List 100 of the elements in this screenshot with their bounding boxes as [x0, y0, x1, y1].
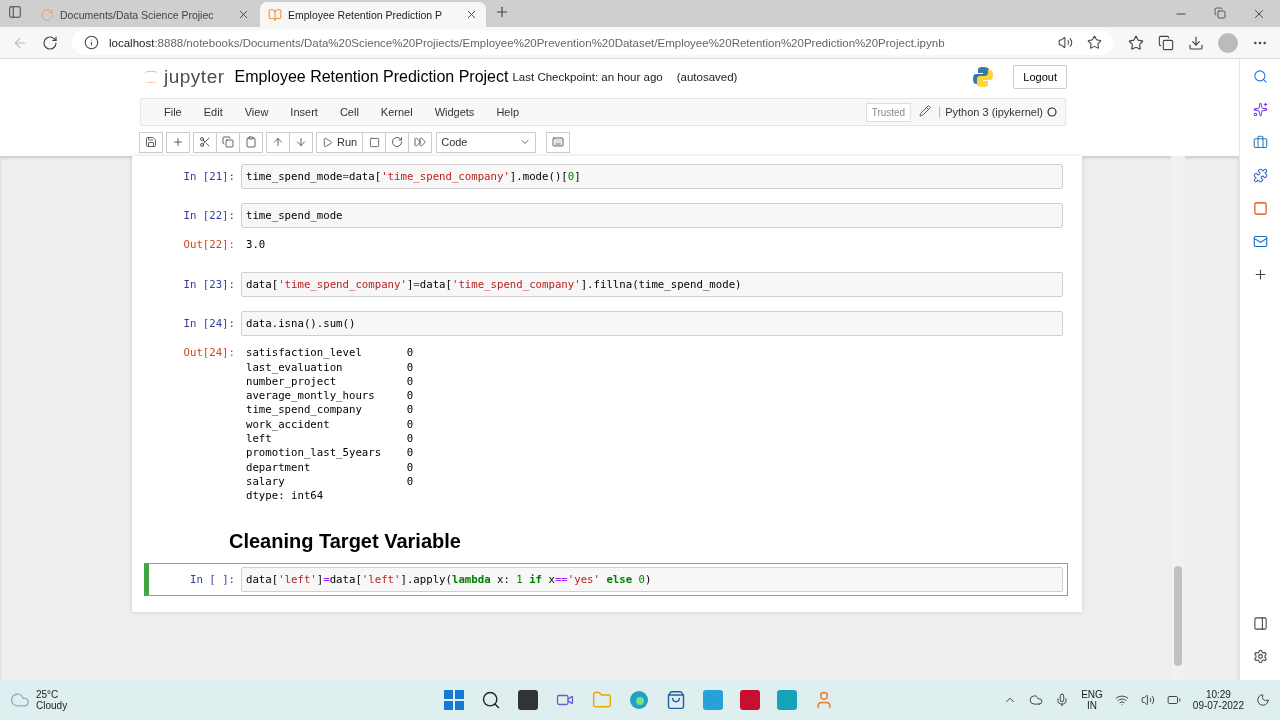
- puzzle-icon[interactable]: [1252, 168, 1268, 183]
- code-input[interactable]: data.isna().sum(): [241, 311, 1063, 337]
- sparkles-icon[interactable]: [1252, 102, 1268, 117]
- read-aloud-icon[interactable]: [1058, 35, 1073, 50]
- cloud-icon[interactable]: [1029, 693, 1044, 707]
- office-icon[interactable]: [1252, 201, 1268, 216]
- briefcase-icon[interactable]: [1252, 135, 1268, 150]
- app-icon[interactable]: [814, 690, 834, 710]
- language-indicator[interactable]: ENG: [1081, 689, 1103, 700]
- plus-icon: [172, 136, 184, 148]
- save-button[interactable]: [139, 131, 163, 153]
- download-icon[interactable]: [1188, 34, 1204, 51]
- code-cell[interactable]: In [ ]: data['left']=data['left'].apply(lambda x: 1 if x=='yes' else 0): [144, 562, 1068, 596]
- menu-item[interactable]: Edit: [192, 106, 234, 118]
- wifi-icon[interactable]: [1114, 693, 1129, 707]
- volume-icon[interactable]: [1140, 693, 1155, 707]
- edit-icon[interactable]: [919, 105, 932, 117]
- search-icon[interactable]: [481, 690, 501, 710]
- notebook-title[interactable]: Employee Retention Prediction Project: [234, 68, 509, 86]
- output-line: average_montly_hours 0: [246, 389, 414, 404]
- menu-item[interactable]: Cell: [328, 106, 370, 118]
- output-line: number_project 0: [246, 374, 414, 390]
- interrupt-button[interactable]: [362, 131, 387, 153]
- output-line: salary 0: [246, 474, 414, 490]
- code-cell[interactable]: In [21]: time_spend_mode=data['time_spend_company'].mode()[0]: [144, 160, 1068, 193]
- keyboard-icon: [552, 136, 565, 148]
- menu-item[interactable]: Widgets: [423, 106, 486, 118]
- code-cell[interactable]: In [23]: data['time_spend_company']=data['time_spend_company'].fillna(time_spend_mode): [144, 268, 1068, 302]
- store-icon[interactable]: [666, 690, 686, 710]
- checkpoint-status: Last Checkpoint: an hour ago: [512, 71, 663, 83]
- tab-actions-icon[interactable]: [8, 4, 22, 19]
- output-prompt: Out[22]:: [182, 237, 236, 251]
- favorites-icon[interactable]: [1128, 34, 1144, 51]
- output-prompt: Out[24]:: [182, 345, 236, 360]
- clock-time[interactable]: 10:29: [1205, 689, 1231, 700]
- logout-button[interactable]: Logout: [1013, 65, 1067, 89]
- code-input[interactable]: data['time_spend_company']=data['time_spend_company'].fillna(time_spend_mode): [241, 272, 1063, 298]
- code-input[interactable]: data['left']=data['left'].apply(lambda x: 1 if x=='yes' else 0): [241, 566, 1063, 592]
- menu-item[interactable]: File: [153, 106, 193, 118]
- browser-tab[interactable]: Documents/Data Science Projiec: [32, 2, 258, 27]
- trusted-indicator[interactable]: Trusted: [865, 102, 912, 122]
- arrow-down-icon: [295, 136, 307, 148]
- save-icon: [145, 136, 157, 148]
- code-input[interactable]: time_spend_mode=data['time_spend_company'].mode()[0]: [241, 164, 1063, 189]
- address-bar[interactable]: localhost:8888/notebooks/Documents/Data%20Science%20Projiects/Employee%20Prevention%20Dataset/Employee%20Retention%20Prediction%20Project.ipynb: [72, 30, 1114, 55]
- mail-icon[interactable]: [1252, 234, 1268, 249]
- menu-item[interactable]: Help: [485, 106, 530, 118]
- notebook-icon: [268, 7, 282, 22]
- sidebar-icon[interactable]: [1252, 616, 1268, 631]
- task-view-icon[interactable]: [518, 690, 538, 710]
- input-prompt: In [21]:: [182, 169, 236, 183]
- input-prompt: In [23]:: [182, 277, 236, 292]
- menu-item[interactable]: Insert: [279, 106, 329, 118]
- insert-cell-button[interactable]: [166, 131, 190, 153]
- refresh-icon[interactable]: [42, 34, 58, 51]
- battery-icon[interactable]: [1166, 693, 1181, 707]
- scrollbar-thumb[interactable]: [1174, 566, 1182, 666]
- code-input[interactable]: time_spend_mode: [241, 203, 1063, 228]
- output-line: 3.0: [246, 238, 266, 253]
- restore-icon[interactable]: [1214, 6, 1226, 19]
- restart-icon: [391, 136, 404, 148]
- moon-icon[interactable]: [1256, 693, 1270, 707]
- temperature: 25°C: [36, 689, 59, 700]
- browser-tab[interactable]: Employee Retention Prediction P: [260, 2, 486, 27]
- cloud-icon: [10, 690, 30, 710]
- kernel-idle-icon: [1047, 107, 1057, 117]
- paste-icon: [245, 136, 257, 148]
- favorite-icon[interactable]: [1087, 35, 1102, 50]
- code-cell[interactable]: In [22]: time_spend_mode Out[22]: 3.0: [144, 199, 1068, 263]
- add-icon[interactable]: [1252, 267, 1268, 282]
- paste-button[interactable]: [239, 131, 263, 153]
- input-prompt: In [ ]:: [188, 571, 236, 586]
- output-line: work_accident 0: [246, 417, 414, 433]
- settings-icon[interactable]: [1252, 649, 1268, 664]
- region-indicator[interactable]: IN: [1087, 700, 1097, 711]
- clock-date[interactable]: 09-07-2022: [1192, 700, 1244, 711]
- autosave-status: (autosaved): [676, 71, 738, 83]
- cell-type-dropdown[interactable]: Code: [436, 131, 537, 153]
- scissors-icon: [199, 136, 211, 148]
- run-all-button[interactable]: [408, 131, 433, 153]
- output-line: left 0: [246, 432, 414, 447]
- play-icon: [322, 136, 333, 148]
- output-line: promotion_last_5years 0: [246, 446, 414, 461]
- run-button[interactable]: Run: [316, 131, 364, 153]
- menu-item[interactable]: View: [233, 106, 280, 118]
- microphone-icon[interactable]: [1055, 693, 1070, 707]
- jupyter-logo-text: jupyter: [164, 66, 225, 88]
- fast-forward-icon: [414, 136, 427, 148]
- cut-button[interactable]: [193, 131, 217, 153]
- browser-icon[interactable]: [629, 690, 649, 710]
- collections-icon[interactable]: [1158, 34, 1174, 51]
- start-icon[interactable]: [444, 690, 464, 710]
- app-tile-icon[interactable]: [703, 690, 723, 710]
- kernel-name[interactable]: Python 3 (ipykernel): [939, 106, 1043, 118]
- restart-button[interactable]: [385, 131, 410, 153]
- close-icon[interactable]: [465, 8, 478, 21]
- output-line: dtype: int64: [246, 489, 325, 504]
- menu-item[interactable]: Kernel: [369, 106, 424, 118]
- close-icon[interactable]: [237, 8, 250, 21]
- info-icon: [84, 35, 99, 50]
